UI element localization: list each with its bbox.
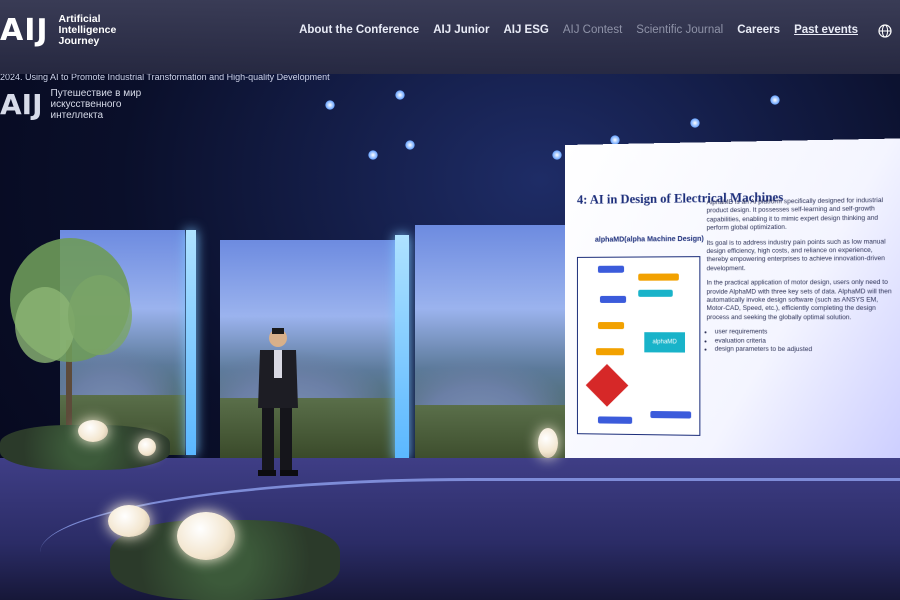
stage-spotlight [552,150,562,160]
stage-spotlight [690,118,700,128]
site-logo[interactable]: AIJ Artificial Intelligence Journey [0,14,116,47]
slide-subtitle: alphaMD(alpha Machine Design) [594,235,704,244]
light-pillar [186,230,196,455]
flow-diagram: alphaMD [576,256,701,436]
slide-body: AlphaMD is an AI platform specifically d… [707,197,896,355]
slide-bullets: user requirements evaluation criteria de… [707,329,896,356]
top-navigation-bar: AIJ Artificial Intelligence Journey Abou… [0,0,900,74]
speaker [258,328,298,476]
stage-backdrop-panel [220,240,395,458]
sphere-lamp [108,505,150,537]
watermark-logo: AIJ [0,88,43,121]
globe-icon[interactable] [878,24,892,38]
logo-mark: AIJ [0,12,49,48]
slide-bullet: design parameters to be adjusted [715,346,896,355]
light-pillar [395,235,409,460]
conference-video-frame: 4: AI in Design of Electrical Machines a… [0,0,900,600]
stage-spotlight [770,95,780,105]
nav-past-events[interactable]: Past events [794,24,858,36]
slide-paragraph: Its goal is to address industry pain poi… [706,237,886,273]
nav-aij-contest[interactable]: AIJ Contest [563,24,622,36]
main-nav: About the Conference AIJ Junior AIJ ESG … [299,24,858,36]
alphamd-box: alphaMD [644,332,686,353]
decision-diamond [585,364,629,407]
slide-paragraph: In the practical application of motor de… [706,279,892,322]
logo-text: Artificial Intelligence Journey [58,13,117,47]
video-watermark: AIJ Путешествие в мир искусственного инт… [0,88,141,121]
stage-tree [10,238,132,430]
stage-spotlight [325,100,335,110]
stage-spotlight [395,90,405,100]
stage-spotlight [405,140,415,150]
nav-aij-esg[interactable]: AIJ ESG [503,24,548,36]
sphere-lamp [138,438,156,456]
sphere-lamp [538,428,558,458]
slide-bullet: user requirements [715,329,896,338]
nav-scientific-journal[interactable]: Scientific Journal [636,24,723,36]
slide-paragraph: AlphaMD is an AI platform specifically d… [706,196,884,232]
watermark-text: Путешествие в мир искусственного интелле… [50,88,142,121]
nav-careers[interactable]: Careers [737,24,780,36]
stage-spotlight [368,150,378,160]
presentation-slide: 4: AI in Design of Electrical Machines a… [565,138,900,487]
sphere-lamp [78,420,108,442]
nav-aij-junior[interactable]: AIJ Junior [433,24,489,36]
sphere-lamp [177,512,235,560]
nav-about-conference[interactable]: About the Conference [299,24,419,36]
